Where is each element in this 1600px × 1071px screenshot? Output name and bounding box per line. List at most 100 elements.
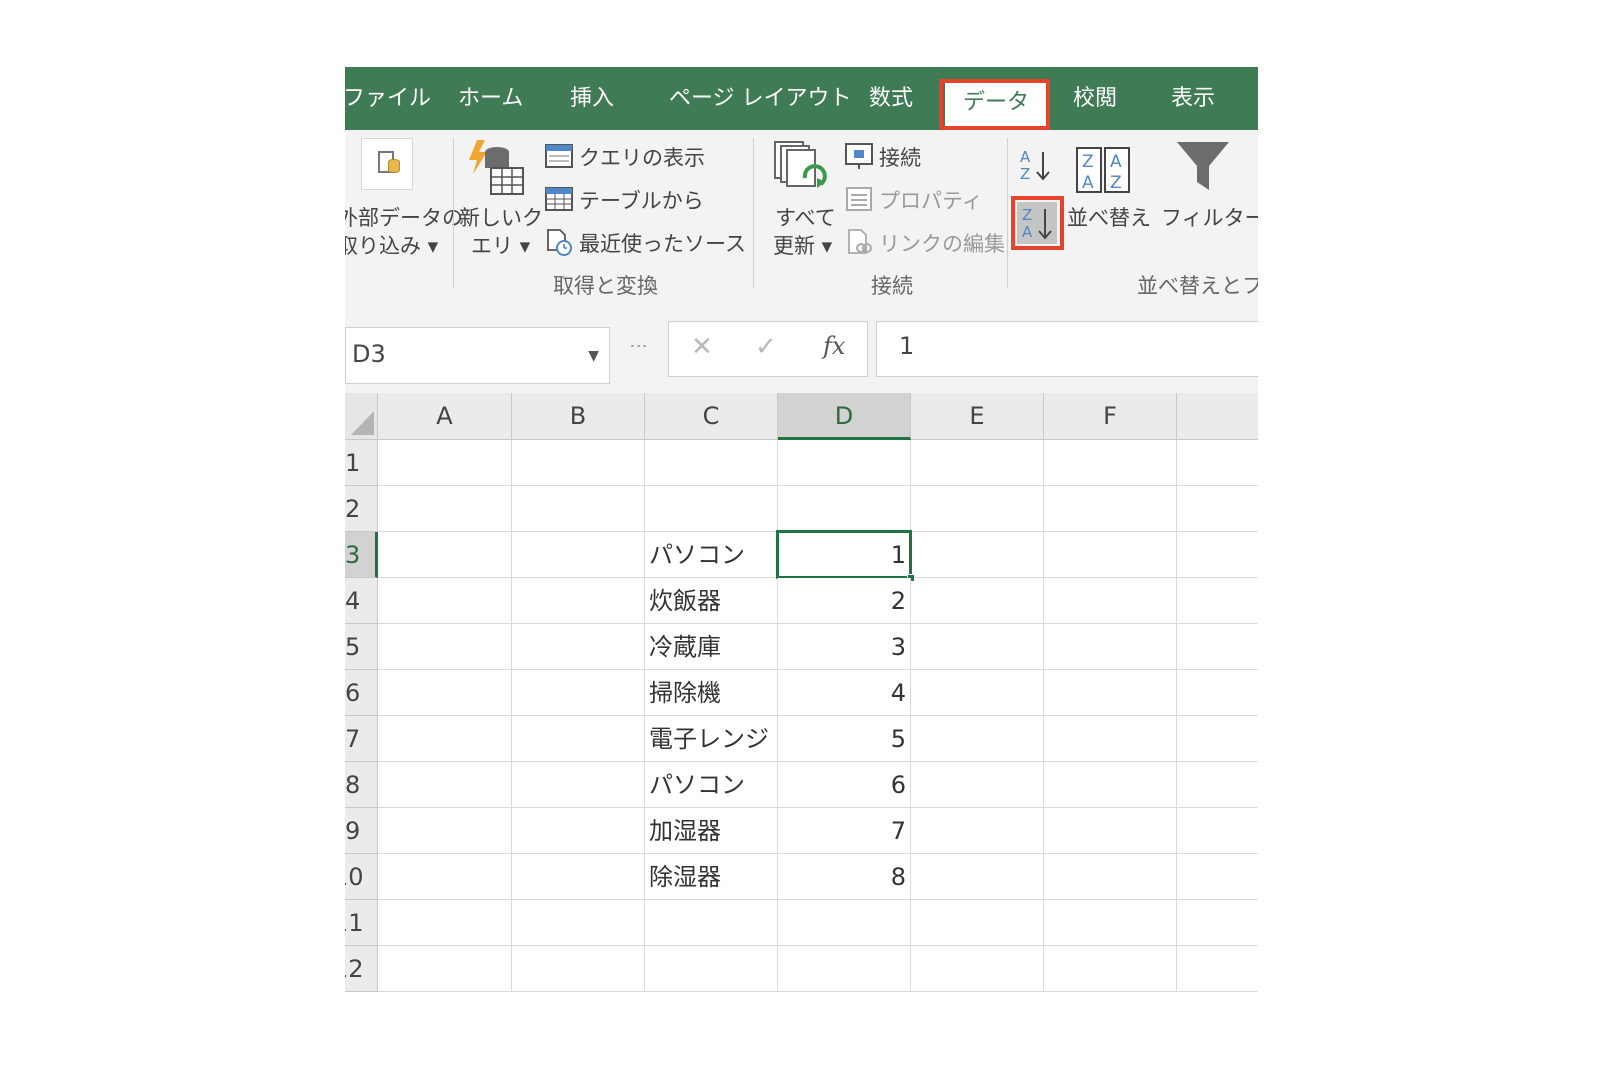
- cell-d1[interactable]: [778, 440, 911, 486]
- cell-d6[interactable]: 4: [778, 670, 911, 716]
- cell-e12[interactable]: [911, 946, 1044, 992]
- tab-insert[interactable]: 挿入: [570, 81, 614, 117]
- enter-check-icon[interactable]: ✓: [755, 332, 777, 362]
- sort-descending-button[interactable]: Z A: [1017, 202, 1057, 244]
- cell-c11[interactable]: [645, 900, 778, 946]
- cell-f3[interactable]: [1044, 532, 1177, 578]
- cell-e1[interactable]: [911, 440, 1044, 486]
- cell-e11[interactable]: [911, 900, 1044, 946]
- row-header-7[interactable]: 7: [345, 716, 378, 762]
- cell-a12[interactable]: [378, 946, 512, 992]
- cell-g8[interactable]: [1177, 762, 1258, 808]
- cell-a1[interactable]: [378, 440, 512, 486]
- edit-links-button[interactable]: リンクの編集: [845, 228, 1005, 260]
- row-header-6[interactable]: 6: [345, 670, 378, 716]
- recent-sources-button[interactable]: 最近使ったソース: [545, 228, 746, 260]
- cell-c7[interactable]: 電子レンジ: [645, 716, 778, 762]
- cell-c6[interactable]: 掃除機: [645, 670, 778, 716]
- cell-a6[interactable]: [378, 670, 512, 716]
- cell-a7[interactable]: [378, 716, 512, 762]
- column-header-f[interactable]: F: [1044, 393, 1177, 440]
- from-table-button[interactable]: テーブルから: [545, 185, 745, 217]
- cell-e8[interactable]: [911, 762, 1044, 808]
- cell-b7[interactable]: [512, 716, 645, 762]
- tab-formulas[interactable]: 数式: [869, 81, 913, 117]
- tab-file[interactable]: ファイル: [345, 81, 431, 117]
- tab-home[interactable]: ホーム: [458, 81, 523, 117]
- cell-f12[interactable]: [1044, 946, 1177, 992]
- cell-c4[interactable]: 炊飯器: [645, 578, 778, 624]
- row-header-10[interactable]: 10: [345, 854, 378, 900]
- cell-f9[interactable]: [1044, 808, 1177, 854]
- column-header-c[interactable]: C: [645, 393, 778, 440]
- cell-c5[interactable]: 冷蔵庫: [645, 624, 778, 670]
- column-header-d[interactable]: D: [778, 393, 911, 440]
- cell-d2[interactable]: [778, 486, 911, 532]
- chevron-down-icon[interactable]: ▼: [588, 348, 599, 364]
- cell-a9[interactable]: [378, 808, 512, 854]
- cell-b2[interactable]: [512, 486, 645, 532]
- column-header-b[interactable]: B: [512, 393, 645, 440]
- cell-g6[interactable]: [1177, 670, 1258, 716]
- cell-f8[interactable]: [1044, 762, 1177, 808]
- external-data-button[interactable]: 外部データの 取り込み ▾: [345, 130, 463, 260]
- cell-f11[interactable]: [1044, 900, 1177, 946]
- cell-e9[interactable]: [911, 808, 1044, 854]
- cell-d12[interactable]: [778, 946, 911, 992]
- cell-d7[interactable]: 5: [778, 716, 911, 762]
- cell-b9[interactable]: [512, 808, 645, 854]
- cell-a3[interactable]: [378, 532, 512, 578]
- tab-view[interactable]: 表示: [1171, 81, 1215, 117]
- cell-d4[interactable]: 2: [778, 578, 911, 624]
- properties-button[interactable]: プロパティ: [845, 185, 995, 217]
- cell-e4[interactable]: [911, 578, 1044, 624]
- row-header-1[interactable]: 1: [345, 440, 378, 486]
- cell-e3[interactable]: [911, 532, 1044, 578]
- cell-e5[interactable]: [911, 624, 1044, 670]
- cell-g9[interactable]: [1177, 808, 1258, 854]
- filter-button[interactable]: フィルター: [1161, 130, 1258, 260]
- cell-f4[interactable]: [1044, 578, 1177, 624]
- cell-b1[interactable]: [512, 440, 645, 486]
- row-header-12[interactable]: 12: [345, 946, 378, 992]
- formula-bar-splitter-icon[interactable]: ⋮: [628, 337, 649, 353]
- row-header-5[interactable]: 5: [345, 624, 378, 670]
- cell-b3[interactable]: [512, 532, 645, 578]
- refresh-all-button[interactable]: すべて 更新 ▾: [757, 130, 839, 260]
- row-header-4[interactable]: 4: [345, 578, 378, 624]
- cell-b12[interactable]: [512, 946, 645, 992]
- cell-g2[interactable]: [1177, 486, 1258, 532]
- sort-ascending-button[interactable]: A Z: [1017, 146, 1053, 186]
- cell-d3[interactable]: 1: [778, 532, 911, 578]
- cell-c2[interactable]: [645, 486, 778, 532]
- cell-g11[interactable]: [1177, 900, 1258, 946]
- cell-g3[interactable]: [1177, 532, 1258, 578]
- row-header-2[interactable]: 2: [345, 486, 378, 532]
- insert-function-icon[interactable]: fx: [823, 332, 845, 360]
- cell-a5[interactable]: [378, 624, 512, 670]
- cell-a8[interactable]: [378, 762, 512, 808]
- new-query-button[interactable]: 新しいク エリ ▾: [457, 130, 543, 260]
- cell-d11[interactable]: [778, 900, 911, 946]
- cell-b6[interactable]: [512, 670, 645, 716]
- tab-page-layout[interactable]: ページ レイアウト: [669, 81, 852, 117]
- show-queries-button[interactable]: クエリの表示: [545, 142, 745, 174]
- cell-e2[interactable]: [911, 486, 1044, 532]
- cell-b4[interactable]: [512, 578, 645, 624]
- row-header-9[interactable]: 9: [345, 808, 378, 854]
- cell-c8[interactable]: パソコン: [645, 762, 778, 808]
- cell-g5[interactable]: [1177, 624, 1258, 670]
- cell-a11[interactable]: [378, 900, 512, 946]
- cell-f1[interactable]: [1044, 440, 1177, 486]
- cell-d8[interactable]: 6: [778, 762, 911, 808]
- cell-a10[interactable]: [378, 854, 512, 900]
- cell-f2[interactable]: [1044, 486, 1177, 532]
- cell-e10[interactable]: [911, 854, 1044, 900]
- row-header-8[interactable]: 8: [345, 762, 378, 808]
- sort-button[interactable]: Z A A Z 並べ替え: [1067, 140, 1159, 250]
- tab-review[interactable]: 校閲: [1073, 81, 1117, 117]
- cell-c3[interactable]: パソコン: [645, 532, 778, 578]
- cell-d5[interactable]: 3: [778, 624, 911, 670]
- connections-button[interactable]: 接続: [845, 142, 995, 174]
- cell-g7[interactable]: [1177, 716, 1258, 762]
